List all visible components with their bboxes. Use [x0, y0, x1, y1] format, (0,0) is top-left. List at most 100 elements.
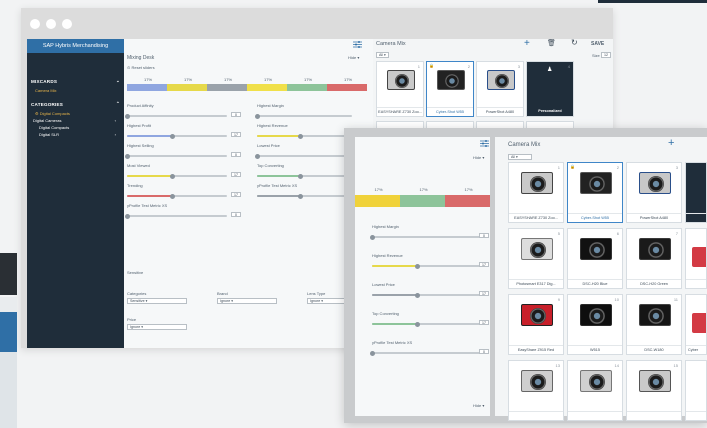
slider-knob[interactable] [415, 263, 421, 269]
bar-segment [167, 84, 207, 91]
slider-value-box[interactable]: 0 [479, 349, 489, 354]
filter-select[interactable]: Ignore ▾ [127, 324, 187, 330]
product-card-partial[interactable] [685, 228, 707, 289]
product-card-partial[interactable] [685, 360, 707, 421]
slider-knob[interactable] [125, 113, 130, 119]
slider-track[interactable] [370, 234, 480, 240]
slider-track[interactable] [125, 213, 227, 219]
product-card[interactable]: 2 🔒 Cyber-Shot W55 [567, 162, 623, 223]
product-card[interactable]: 15 [626, 360, 682, 421]
slider-knob[interactable] [170, 173, 175, 179]
window-close-dot[interactable] [30, 18, 40, 29]
product-card[interactable]: 3 PowerShot A480 [476, 61, 524, 117]
slider-knob[interactable] [125, 153, 130, 159]
slider-knob[interactable] [170, 193, 175, 199]
sidebar-item-digital-compacts[interactable]: ⚙ Digital Compacts [27, 110, 124, 117]
section-label: CATEGORIES [31, 101, 64, 107]
slider-knob[interactable] [125, 213, 130, 219]
filter-select[interactable]: All ▾ [376, 52, 389, 58]
window-maximize-dot[interactable] [62, 18, 72, 29]
slider-knob[interactable] [415, 292, 421, 298]
slider-knob[interactable] [255, 113, 260, 119]
slider-knob[interactable] [415, 321, 421, 327]
slider-track[interactable] [372, 321, 480, 327]
slider-track[interactable] [257, 173, 352, 179]
sliders-settings-icon[interactable] [480, 140, 489, 147]
slider-track[interactable] [127, 173, 227, 179]
size-select[interactable]: 12 [601, 52, 611, 58]
slider-knob[interactable] [370, 350, 375, 356]
filter-select[interactable]: All ▾ [508, 154, 532, 160]
slider-knob[interactable] [170, 133, 175, 139]
slider-value-box[interactable]: 0 [231, 212, 241, 217]
slider-track[interactable] [370, 350, 480, 356]
slider-value-box[interactable]: 17 [479, 262, 489, 267]
product-card[interactable]: 13 [508, 360, 564, 421]
product-card[interactable]: 1 EASYSHARE Z730 Zoo... [376, 61, 424, 117]
slider-track[interactable] [125, 113, 227, 119]
sidebar-section-categories[interactable]: CATEGORIES ⌃ [27, 98, 124, 110]
product-card-partial[interactable]: Cyber [685, 294, 707, 355]
camera-image [579, 370, 613, 393]
item-text: Digital Compacts [39, 111, 70, 116]
slider-knob[interactable] [370, 234, 375, 240]
filter-select[interactable]: Ignore ▾ [217, 298, 277, 304]
slider-value-box[interactable]: 17 [231, 192, 241, 197]
trash-icon[interactable]: 🗑 [547, 39, 556, 47]
hide-toggle[interactable]: Hide ▾ [473, 155, 484, 160]
slider-track[interactable] [257, 133, 352, 139]
product-card[interactable]: 5 Photosmart E317 Dig... [508, 228, 564, 289]
panel-title: Mixing Desk [127, 55, 155, 61]
refresh-icon[interactable]: ↻ [571, 38, 578, 47]
hide-toggle-bottom[interactable]: Hide ▾ [473, 403, 484, 408]
reset-sliders-link[interactable]: ⊙ Reset sliders [127, 65, 155, 70]
slider-track[interactable] [127, 193, 227, 199]
slider-track[interactable] [255, 153, 352, 159]
slider-track[interactable] [257, 193, 352, 199]
product-card-partial[interactable] [685, 162, 707, 223]
add-icon[interactable]: + [668, 137, 674, 149]
product-card[interactable]: 9 EasyShare Z915 Red [508, 294, 564, 355]
filter-select[interactable]: Sensitive ▾ [127, 298, 187, 304]
product-card[interactable]: 7 DSC-H20 Green [626, 228, 682, 289]
filter-label: Categories [127, 291, 147, 296]
slider-value-box[interactable]: 0 [231, 152, 241, 157]
slider-knob[interactable] [297, 173, 303, 179]
sidebar-item-digital-slr[interactable]: Digital SLR › [27, 131, 124, 138]
slider-track[interactable] [372, 263, 480, 269]
slider-value-box[interactable]: 17 [231, 172, 241, 177]
product-card[interactable]: 1 EASYSHARE Z730 Zoo... [508, 162, 564, 223]
slider-value-box[interactable]: 17 [479, 291, 489, 296]
slider-value-box[interactable]: 0 [479, 233, 489, 238]
slider-value-box[interactable]: 0 [231, 112, 241, 117]
percent-label: 17% [264, 77, 273, 82]
slider-track[interactable] [372, 292, 480, 298]
slider-track[interactable] [127, 133, 227, 139]
window-minimize-dot[interactable] [46, 18, 56, 29]
sidebar-item-digital-cameras[interactable]: Digital Cameras ‹ [27, 117, 124, 124]
product-card[interactable]: 11 DSC-W180 [626, 294, 682, 355]
slider-knob[interactable] [255, 153, 260, 159]
sidebar-item-digital-compacts-sub[interactable]: Digital Compacts [27, 124, 124, 131]
product-card[interactable]: 14 [567, 360, 623, 421]
sliders-settings-icon[interactable] [353, 41, 362, 48]
background-window-fragment [0, 253, 17, 295]
sidebar-item-camera-mix[interactable]: Camera Mix [27, 87, 124, 94]
slider-track[interactable] [125, 153, 227, 159]
card-caption: Personalized [527, 107, 573, 116]
hide-toggle[interactable]: Hide ▾ [348, 55, 359, 60]
slider-track[interactable] [255, 113, 352, 119]
slider-knob[interactable] [297, 193, 303, 199]
product-card[interactable]: 6 DSC-H20 Blue [567, 228, 623, 289]
slider-value-box[interactable]: 17 [231, 132, 241, 137]
product-card[interactable]: 2 🔒 Cyber-Shot W55 [426, 61, 474, 117]
save-button[interactable]: SAVE [591, 41, 604, 47]
product-card[interactable]: 10 W515 [567, 294, 623, 355]
product-card[interactable]: 4 ♟ Personalized [526, 61, 574, 117]
sidebar-section-mixcards[interactable]: MIXCARDS ⌄ [27, 75, 124, 87]
slider-knob[interactable] [297, 133, 303, 139]
add-icon[interactable]: + [524, 38, 530, 49]
slider-value-box[interactable]: 17 [479, 320, 489, 325]
product-card[interactable]: 3 PowerShot A480 [626, 162, 682, 223]
camera-lens [394, 74, 410, 89]
